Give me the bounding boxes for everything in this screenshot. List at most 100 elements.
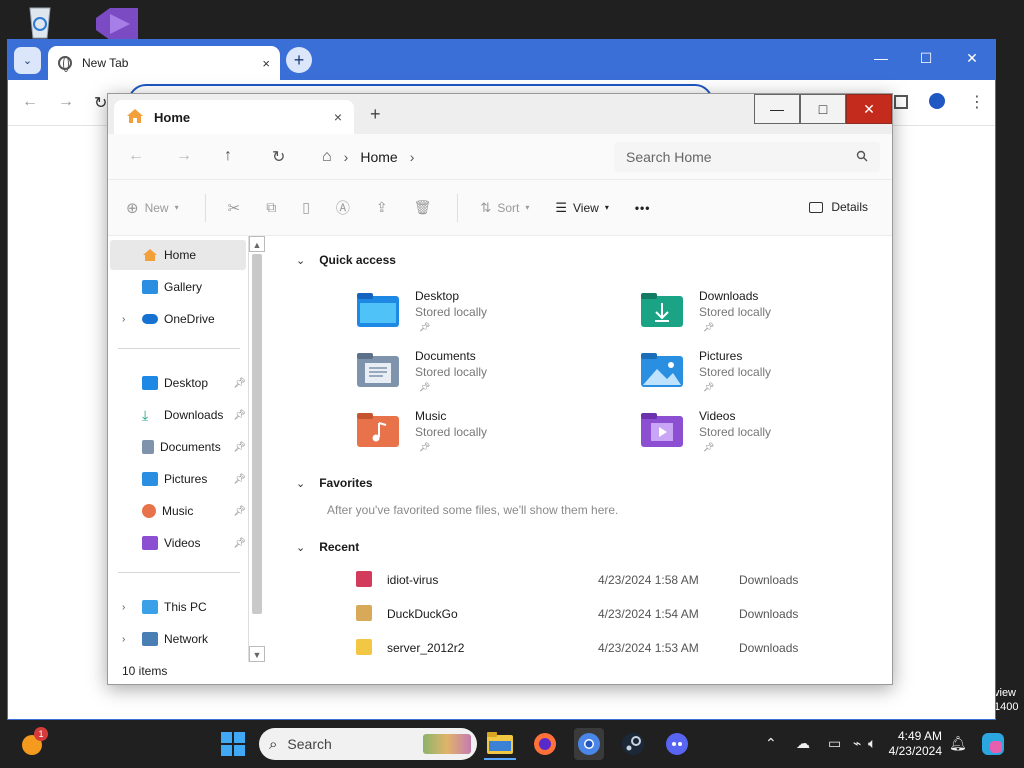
chevron-up-icon[interactable]: ⌃ [765,735,777,752]
nav-item-gallery[interactable]: Gallery [110,272,246,302]
nav-item-downloads[interactable]: ⤓ Downloads 📌︎ [110,400,246,430]
notification-bell-icon[interactable]: 🔔︎ [949,735,967,752]
widgets-button[interactable]: 1 [18,727,48,760]
copilot-button[interactable] [981,728,1005,760]
explorer-refresh-button[interactable]: ↻ [272,147,285,167]
breadcrumb-home[interactable]: Home [360,149,397,165]
new-button[interactable]: ⊕ New ▾ [126,199,179,217]
side-panel-icon[interactable] [894,95,908,109]
clock-date: 4/23/2024 [888,744,942,758]
pin-icon: 📌︎ [419,442,431,452]
profile-avatar-icon[interactable] [929,93,945,109]
recent-name: server_2012r2 [387,641,465,655]
start-button[interactable] [220,728,246,760]
recent-header[interactable]: ⌄ Recent [296,540,359,554]
more-options-button[interactable]: ••• [635,201,651,215]
view-button[interactable]: ☰ View ▾ [555,200,608,216]
taskbar-firefox[interactable] [531,728,559,760]
explorer-search-input[interactable]: Search Home [614,142,880,172]
explorer-forward-button[interactable]: → [176,147,192,165]
quick-access-desktop[interactable]: Desktop Stored locally 📌︎ [357,289,607,345]
explorer-maximize-button[interactable]: □ [800,94,846,124]
taskbar-discord[interactable] [663,728,691,760]
nav-item-onedrive[interactable]: › OneDrive [110,304,246,334]
nav-item-desktop[interactable]: Desktop 📌︎ [110,368,246,398]
taskbar-search-input[interactable]: ⌕ Search [259,728,477,760]
breadcrumb-separator[interactable]: › [344,149,349,165]
explorer-minimize-button[interactable]: — [754,94,800,124]
quick-access-downloads[interactable]: Downloads Stored locally 📌︎ [641,289,891,345]
chrome-close-button[interactable]: ✕ [957,50,987,67]
visual-studio-icon[interactable] [92,4,138,40]
explorer-tab-close-button[interactable]: × [334,109,342,125]
paste-button[interactable]: ▯ [302,199,310,216]
taskbar-file-explorer[interactable] [484,728,516,760]
share-button[interactable]: ⇪ [376,199,388,216]
delete-button[interactable]: 🗑︎ [414,199,432,216]
quick-access-header[interactable]: ⌄ Quick access [296,253,396,267]
recent-row[interactable]: DuckDuckGo 4/23/2024 1:54 AM Downloads [356,602,876,626]
file-explorer-window: Home × + — □ ✕ ← → ↑ ↻ ⌂ › Home › Search… [107,93,893,685]
sort-button[interactable]: ⇅ Sort ▾ [480,200,529,216]
cut-button[interactable]: ✂ [228,199,241,217]
nav-item-documents[interactable]: Documents 📌︎ [110,432,246,462]
favorites-header[interactable]: ⌄ Favorites [296,476,373,490]
scroll-down-arrow-icon[interactable]: ▼ [249,646,265,662]
taskbar-clock[interactable]: 4:49 AM 4/23/2024 [884,729,942,759]
quick-access-music[interactable]: Music Stored locally 📌︎ [357,409,607,465]
chrome-maximize-button[interactable]: ☐ [911,50,941,67]
breadcrumb[interactable]: ⌂ › Home › [314,142,604,172]
chrome-menu-button[interactable]: ⋮ [969,92,985,112]
chevron-right-icon[interactable]: › [122,314,125,325]
quick-access-videos[interactable]: Videos Stored locally 📌︎ [641,409,891,465]
chrome-minimize-button[interactable]: — [866,50,896,66]
copilot-icon [982,733,1004,755]
volume-icon[interactable]: 🔈︎ [868,735,876,752]
quick-access-pictures[interactable]: Pictures Stored locally 📌︎ [641,349,891,405]
quick-access-documents[interactable]: Documents Stored locally 📌︎ [357,349,607,405]
nav-item-network[interactable]: › Network [110,624,246,654]
command-separator [204,193,206,222]
recent-date: 4/23/2024 1:54 AM [598,607,699,621]
scrollbar-thumb[interactable] [252,254,262,614]
scroll-up-arrow-icon[interactable]: ▲ [249,236,265,252]
nav-item-label: Documents [160,440,221,454]
chrome-reload-button[interactable]: ↻ [94,93,107,113]
taskbar-steam[interactable] [619,728,647,760]
nav-item-home[interactable]: Home [110,240,246,270]
chrome-tab-close-button[interactable]: × [262,56,270,71]
taskbar-chrome[interactable] [574,728,604,760]
quick-access-label: Quick access [319,253,396,267]
chrome-back-button[interactable]: ← [22,93,38,111]
navpane-scrollbar[interactable]: ▲ ▼ [248,236,265,662]
chrome-forward-button[interactable]: → [58,93,74,111]
breadcrumb-home-icon[interactable]: ⌂ [322,148,332,166]
explorer-up-button[interactable]: ↑ [224,147,232,165]
cloud-offline-icon[interactable]: ☁ [796,735,810,752]
explorer-close-button[interactable]: ✕ [846,94,892,124]
monitor-tray-icon[interactable]: ▭ [828,735,841,752]
videos-icon [142,536,158,550]
recent-row[interactable]: server_2012r2 4/23/2024 1:53 AM Download… [356,636,876,660]
network-status-icon[interactable]: ⌁ [853,735,861,752]
copy-button[interactable]: ⧉ [266,199,276,216]
nav-item-music[interactable]: Music 📌︎ [110,496,246,526]
tab-search-button[interactable]: ⌄ [14,47,41,74]
chrome-tab-new-tab[interactable]: New Tab × [48,46,280,80]
nav-item-this-pc[interactable]: › This PC [110,592,246,622]
breadcrumb-separator[interactable]: › [410,149,415,165]
explorer-back-button[interactable]: ← [128,147,144,165]
explorer-tab-home[interactable]: Home × [114,100,354,134]
recent-label: Recent [319,540,360,554]
chrome-new-tab-button[interactable]: + [286,47,312,73]
rename-button[interactable]: Ⓐ [336,198,350,218]
search-highlight-icon [423,734,471,754]
recycle-bin-icon[interactable] [20,4,60,40]
explorer-new-tab-button[interactable]: + [370,104,381,125]
chevron-right-icon[interactable]: › [122,602,125,613]
nav-item-videos[interactable]: Videos 📌︎ [110,528,246,558]
nav-item-pictures[interactable]: Pictures 📌︎ [110,464,246,494]
recent-row[interactable]: idiot-virus 4/23/2024 1:58 AM Downloads [356,568,876,592]
chevron-right-icon[interactable]: › [122,634,125,645]
details-button[interactable]: Details [809,200,868,214]
